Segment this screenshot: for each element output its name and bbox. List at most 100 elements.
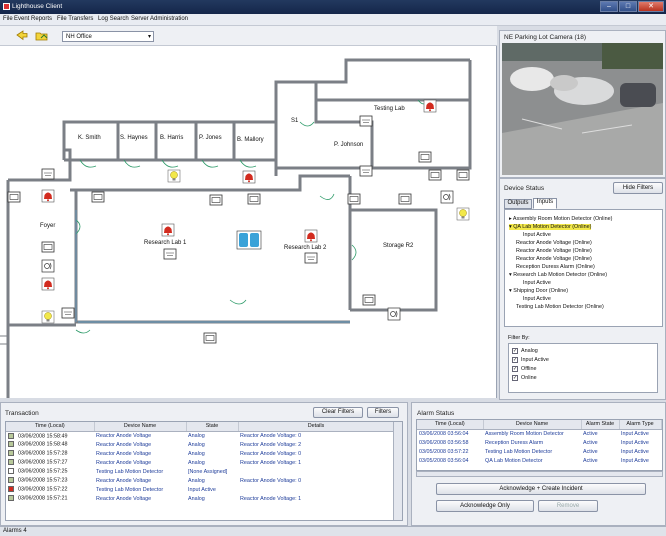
light-bulb-icon[interactable] xyxy=(41,310,55,324)
door-sensor-icon[interactable] xyxy=(347,193,361,205)
tree-item[interactable]: ▾ Research Lab Motion Detector (Online) xyxy=(509,272,607,278)
tree-item[interactable]: Reactor Anode Voltage (Online) xyxy=(516,248,592,254)
speaker-icon[interactable] xyxy=(440,190,454,204)
filter-input-active-checkbox[interactable]: ✓ xyxy=(512,357,518,363)
door-sensor-icon[interactable] xyxy=(41,241,55,253)
light-bulb-icon[interactable] xyxy=(167,169,181,183)
door-sensor-icon[interactable] xyxy=(398,193,412,205)
table-row[interactable]: 03/06/2008 15:57:21 Reactor Anode Voltage… xyxy=(6,494,394,503)
tree-item[interactable]: Testing Lab Motion Detector (Online) xyxy=(516,304,604,310)
alarm-table: Time (Local) Device Name Alarm State Ala… xyxy=(417,420,662,465)
menu-log-search[interactable]: Log Search xyxy=(98,16,129,22)
tree-item[interactable]: Reception Duress Alarm (Online) xyxy=(516,264,595,270)
alarm-row[interactable]: 03/06/2008 03:56:04 Assembly Room Motion … xyxy=(417,429,661,438)
filters-button[interactable]: Filters xyxy=(367,407,399,418)
alarm-h-scrollbar[interactable] xyxy=(416,471,663,477)
tree-item-selected[interactable]: ▾ QA Lab Motion Detector (Online) xyxy=(509,224,592,230)
motion-sensor-icon[interactable] xyxy=(163,248,177,260)
door-sensor-icon[interactable] xyxy=(203,332,217,344)
light-bulb-icon[interactable] xyxy=(456,207,470,221)
menu-file[interactable]: File xyxy=(3,16,13,22)
tree-subitem[interactable]: Input Active xyxy=(523,280,551,286)
alarm-col-state[interactable]: Alarm State xyxy=(581,420,620,430)
col-time[interactable]: Time (Local) xyxy=(6,422,95,432)
close-button[interactable]: ✕ xyxy=(638,1,664,12)
alarm-bell-icon[interactable] xyxy=(41,189,55,203)
tree-subitem[interactable]: Input Active xyxy=(523,296,551,302)
table-row[interactable]: 03/06/2008 15:58:49 Reactor Anode Voltage… xyxy=(6,431,394,440)
door-sensor-icon[interactable] xyxy=(7,191,21,203)
door-sensor-icon[interactable] xyxy=(209,194,223,206)
filter-analog-checkbox[interactable]: ✓ xyxy=(512,348,518,354)
filter-input-active-label: Input Active xyxy=(521,357,549,363)
door-sensor-icon[interactable] xyxy=(362,294,376,306)
door-sensor-icon[interactable] xyxy=(91,191,105,203)
motion-sensor-icon[interactable] xyxy=(359,165,373,177)
table-row[interactable]: 03/06/2008 15:57:27 Reactor Anode Voltage… xyxy=(6,458,394,467)
tree-item[interactable]: Reactor Anode Voltage (Online) xyxy=(516,240,592,246)
alarm-bell-icon[interactable] xyxy=(304,229,318,243)
transaction-scrollbar[interactable] xyxy=(393,422,402,520)
motion-sensor-icon[interactable] xyxy=(359,115,373,127)
door-sensor-icon[interactable] xyxy=(247,193,261,205)
tab-outputs[interactable]: Outputs xyxy=(504,199,532,209)
tree-subitem[interactable]: Input Active xyxy=(523,232,551,238)
alarms-tab[interactable]: Alarms 4 xyxy=(3,528,27,534)
alarm-row[interactable]: 03/05/2008 03:56:04 QA Lab Motion Detecto… xyxy=(417,456,661,465)
col-state[interactable]: State xyxy=(186,422,239,432)
transaction-title: Transaction xyxy=(5,410,39,417)
alarm-row[interactable]: 03/06/2008 03:56:58 Reception Duress Alar… xyxy=(417,438,661,447)
menu-file-transfers[interactable]: File Transfers xyxy=(57,16,93,22)
door-sensor-icon[interactable] xyxy=(428,169,442,181)
table-row[interactable]: 03/06/2008 15:57:25 Testing Lab Motion De… xyxy=(6,467,394,476)
menu-server-administration[interactable]: Server Administration xyxy=(131,16,188,22)
alarm-col-device-name[interactable]: Device Name xyxy=(483,420,582,430)
tree-item[interactable]: ▸ Assembly Room Motion Detector (Online) xyxy=(509,216,612,222)
door-sensor-icon[interactable] xyxy=(456,169,470,181)
minimize-button[interactable]: – xyxy=(600,1,618,12)
filter-offline-checkbox[interactable]: ✓ xyxy=(512,366,518,372)
alarm-bell-icon[interactable] xyxy=(161,223,175,237)
table-row[interactable]: 03/06/2008 15:57:22 Testing Lab Motion De… xyxy=(6,485,394,494)
col-details[interactable]: Details xyxy=(238,422,395,432)
motion-sensor-icon[interactable] xyxy=(304,252,318,264)
alarm-bell-icon[interactable] xyxy=(423,99,437,113)
cell-details: Reactor Anode Voltage: 0 xyxy=(240,450,302,457)
floor-plan-map[interactable]: K. Smith S. Haynes B. Harris P. Jones B.… xyxy=(0,46,497,398)
maximize-button[interactable]: □ xyxy=(619,1,637,12)
camera-panel: NE Parking Lot Camera (18) xyxy=(499,30,666,178)
tab-inputs[interactable]: Inputs xyxy=(533,198,557,209)
acknowledge-create-incident-button[interactable]: Acknowledge + Create Incident xyxy=(436,483,646,495)
hide-filters-button[interactable]: Hide Filters xyxy=(613,182,663,194)
tree-item[interactable]: Reactor Anode Voltage (Online) xyxy=(516,256,592,262)
acknowledge-only-button[interactable]: Acknowledge Only xyxy=(436,500,534,512)
alarm-col-time[interactable]: Time (Local) xyxy=(417,420,484,430)
alarm-bell-icon[interactable] xyxy=(41,277,55,291)
motion-sensor-icon[interactable] xyxy=(61,307,75,319)
speaker-icon[interactable] xyxy=(387,307,401,321)
folder-up-icon[interactable] xyxy=(35,30,48,41)
cell-time-text: 03/06/2008 15:58:49 xyxy=(18,432,68,439)
menu-event-reports[interactable]: Event Reports xyxy=(14,16,52,22)
cell-time: 03/06/2008 15:57:27 xyxy=(6,458,94,467)
device-tree[interactable]: ▸ Assembly Room Motion Detector (Online)… xyxy=(504,209,663,327)
table-row[interactable]: 03/06/2008 15:57:28 Reactor Anode Voltage… xyxy=(6,449,394,458)
filter-online-checkbox[interactable]: ✓ xyxy=(512,375,518,381)
back-arrow-icon[interactable] xyxy=(16,30,28,41)
alarm-col-type[interactable]: Alarm Type xyxy=(619,420,662,430)
reactor-door-icon[interactable] xyxy=(236,230,262,250)
alarm-bell-icon[interactable] xyxy=(242,170,256,184)
speaker-icon[interactable] xyxy=(41,259,55,273)
clear-filters-button[interactable]: Clear Filters xyxy=(313,407,363,418)
col-device-name[interactable]: Device Name xyxy=(94,422,187,432)
motion-sensor-icon[interactable] xyxy=(41,168,55,180)
site-select[interactable]: NH Office ▾ xyxy=(62,31,154,42)
filter-list: ✓ Analog ✓ Input Active ✓ Offline ✓ Onli… xyxy=(508,343,658,393)
tree-item[interactable]: ▾ Shipping Door (Online) xyxy=(509,288,568,294)
table-row[interactable]: 03/06/2008 15:57:23 Reactor Anode Voltage… xyxy=(6,476,394,485)
camera-feed[interactable] xyxy=(502,43,663,175)
table-row[interactable]: 03/06/2008 15:58:48 Reactor Anode Voltage… xyxy=(6,440,394,449)
door-sensor-icon[interactable] xyxy=(418,151,432,163)
alarm-row[interactable]: 03/05/2008 03:57:22 Testing Lab Motion De… xyxy=(417,447,661,456)
remove-button[interactable]: Remove xyxy=(538,500,598,512)
